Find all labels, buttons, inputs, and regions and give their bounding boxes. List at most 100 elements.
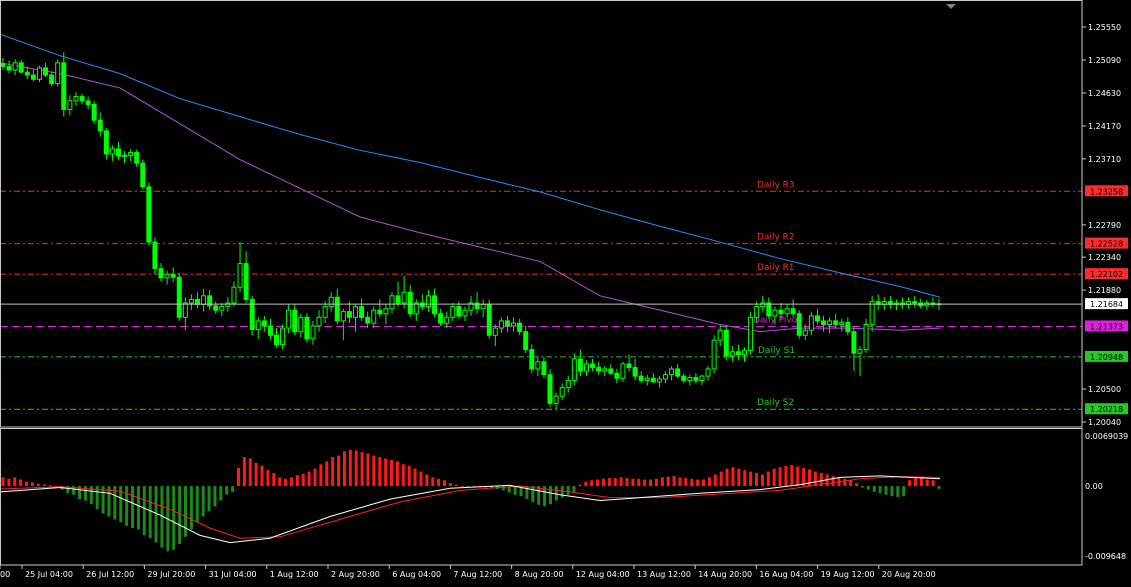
time-tick-label: 2 Aug 20:00: [331, 570, 380, 579]
candle: [711, 335, 717, 374]
candle-body: [547, 374, 553, 404]
candle-body: [632, 367, 638, 377]
macd-bar: [7, 478, 11, 487]
macd-bar: [201, 486, 205, 517]
macd-bar: [36, 483, 40, 487]
macd-bar: [790, 465, 794, 487]
macd-bar: [596, 479, 600, 487]
candle-body: [219, 306, 225, 311]
level-badge-value: 1.21373: [1090, 322, 1123, 331]
candle-body: [334, 296, 340, 322]
candle-body: [583, 363, 589, 372]
time-tick-label: 12 Aug 04:00: [576, 570, 630, 579]
level-badge-value: 1.20218: [1090, 405, 1123, 414]
macd-bar: [272, 473, 276, 487]
macd-bar: [548, 486, 552, 505]
macd-bar: [42, 484, 46, 487]
macd-bar: [702, 479, 706, 487]
macd-bar: [331, 457, 335, 487]
candle-body: [213, 305, 219, 311]
candle-body: [164, 273, 170, 279]
candle-body: [742, 349, 748, 356]
candle-body: [152, 241, 158, 270]
candle-body: [322, 306, 328, 318]
macd-bar: [772, 468, 776, 487]
time-tick-label: 25 Jul 04:00: [25, 570, 73, 579]
macd-bar: [195, 486, 199, 523]
level-badge-value: 1.20948: [1090, 353, 1123, 362]
candle-body: [176, 276, 182, 318]
macd-bar: [813, 471, 817, 487]
macd-bar: [625, 478, 629, 487]
price-chart[interactable]: Daily R3Daily R2Daily R1Daily PivoDaily …: [0, 0, 1131, 587]
candle: [55, 59, 61, 87]
macd-bar: [590, 480, 594, 487]
candle-body: [225, 302, 231, 308]
chart-background: [0, 0, 1131, 587]
candle-body: [6, 65, 12, 71]
macd-bar: [796, 466, 800, 487]
candle-body: [267, 325, 273, 336]
candle-body: [401, 291, 407, 304]
price-tick-label: 1.22340: [1088, 253, 1121, 262]
macd-bar: [366, 453, 370, 487]
macd-bar: [755, 473, 759, 487]
macd-bar: [531, 486, 535, 503]
candle-body: [170, 273, 176, 278]
candle-body: [590, 363, 596, 369]
candle-body: [596, 367, 602, 372]
candle-body: [237, 263, 243, 288]
candle-body: [383, 308, 389, 315]
macd-bar: [360, 451, 364, 487]
macd-bar: [125, 486, 129, 526]
candle-body: [863, 324, 869, 351]
candle-body: [857, 349, 863, 354]
candle: [748, 311, 754, 355]
candle-body: [517, 322, 523, 333]
price-tick-label: 1.23710: [1088, 155, 1121, 164]
candle-body: [729, 351, 735, 357]
candle-body: [504, 320, 510, 327]
candle-body: [705, 368, 711, 377]
level-badge-value: 1.23258: [1090, 187, 1123, 196]
macd-bar: [448, 483, 452, 487]
macd-bar: [372, 455, 376, 487]
macd-bar: [189, 486, 193, 530]
macd-bar: [878, 486, 882, 494]
candle-body: [79, 96, 85, 102]
macd-bar: [778, 467, 782, 487]
candle-body: [43, 67, 49, 76]
macd-bar: [301, 473, 305, 487]
macd-bar: [254, 462, 258, 487]
macd-bar: [219, 486, 223, 501]
macd-bar: [678, 477, 682, 487]
candle-body: [438, 313, 444, 324]
macd-bar: [743, 470, 747, 487]
macd-bar: [925, 479, 929, 487]
macd-bar: [354, 450, 358, 487]
macd-bar: [584, 481, 588, 487]
candle-body: [122, 154, 128, 157]
macd-bar: [902, 486, 906, 497]
macd-bar: [225, 486, 229, 495]
macd-bar: [278, 477, 282, 487]
candle-body: [821, 320, 827, 326]
candle: [796, 310, 802, 339]
macd-bar: [431, 477, 435, 487]
candle-body: [772, 309, 778, 317]
price-tick-label: 1.24630: [1088, 89, 1121, 98]
candle-body: [389, 295, 395, 310]
candle: [304, 313, 310, 343]
macd-bar: [284, 478, 288, 487]
macd-bar: [213, 486, 217, 507]
macd-bar: [572, 486, 576, 492]
macd-bar: [866, 486, 870, 490]
macd-bar: [607, 478, 611, 487]
macd-bar: [207, 486, 211, 512]
level-badge-value: 1.22528: [1090, 240, 1123, 249]
macd-bar: [643, 479, 647, 487]
candle-body: [432, 295, 438, 315]
candle-body: [833, 320, 839, 326]
candle-body: [182, 302, 188, 318]
candle: [547, 368, 553, 407]
